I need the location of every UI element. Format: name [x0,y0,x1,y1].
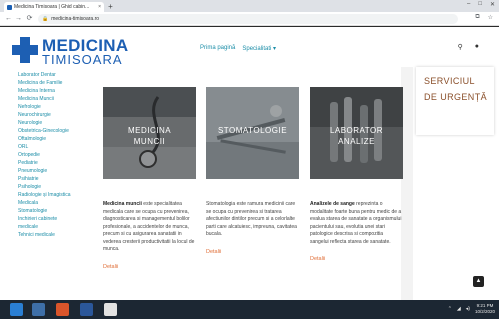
card-image[interactable]: MEDICINA MUNCII [103,87,196,179]
card-description: Stomatologia este ramura medicinii care … [206,201,297,237]
lock-icon: 🔒 [42,16,49,22]
word-icon[interactable] [80,303,93,316]
screen: Medicina Timisoara | Ghid cabin... × + –… [0,0,499,319]
translate-icon[interactable]: ⧉ [475,14,479,21]
system-tray: ⌃ ◢ ◂) 9:21 PM 10/2/2020 [448,303,495,315]
card-label-1: LABORATOR [329,126,384,135]
card-medicina-muncii: MEDICINA MUNCII Medicina muncii este spe… [103,87,196,270]
sidebar-item[interactable]: Medicina de Familie [18,79,88,87]
start-button-icon[interactable] [10,303,23,316]
web-page: MEDICINA TIMISOARA Prima pagină Speciali… [0,27,499,300]
sidebar-item[interactable]: Pneumologie [18,167,88,175]
sidebar-item[interactable]: Stomatologie [18,207,88,215]
card-stomatologie: STOMATOLOGIE Stomatologia este ramura me… [206,87,299,255]
search-icon[interactable]: ⚲ [458,43,463,51]
toolbar-actions: ⧉ ☆ [475,14,493,21]
sidebar-item[interactable]: ORL [18,143,88,151]
urgent-line-1: SERVICIUL [424,76,475,86]
sidebar-item[interactable]: Pediatrie [18,159,88,167]
main-nav: Prima pagină Specialitati ▾ [200,45,276,52]
card-label-2: ANALIZE [338,137,375,146]
sidebar-item[interactable]: Medicina Muncii [18,95,88,103]
sidebar-item[interactable]: Nefrologie [18,103,88,111]
windows-taskbar: ⌃ ◢ ◂) 9:21 PM 10/2/2020 [0,300,499,319]
card-description: Analizele de sange reprezinta o modalita… [310,201,402,245]
medical-cross-icon [12,37,38,63]
specialties-sidebar: Laborator Dentar Medicina de Familie Medic… [18,71,88,239]
minimize-button[interactable]: – [467,1,470,8]
card-label-2: MUNCII [133,137,166,146]
sidebar-item[interactable]: Obstetrica-Ginecologie [18,127,88,135]
browser-tabstrip: Medicina Timisoara | Ghid cabin... × + –… [0,0,499,12]
sidebar-item[interactable]: Laborator Dentar [18,71,88,79]
window-controls: – □ ✕ [467,1,495,8]
details-link[interactable]: Detalii [103,264,196,270]
address-bar[interactable]: 🔒 medicina-timisoara.ro [38,14,458,24]
sidebar-item[interactable]: Neurochirurgie [18,111,88,119]
sidebar-item[interactable]: Inchirieri cabinete [18,215,88,223]
card-image[interactable]: STOMATOLOGIE [206,87,299,179]
sidebar-item[interactable]: Medicala [18,199,88,207]
site-logo[interactable]: MEDICINA TIMISOARA [12,35,132,67]
sidebar-item[interactable]: Psihologie [18,183,88,191]
browser-tab[interactable]: Medicina Timisoara | Ghid cabin... × [4,2,104,12]
maximize-button[interactable]: □ [478,1,482,8]
card-image[interactable]: LABORATOR ANALIZE [310,87,403,179]
back-to-top-button[interactable]: ▲ [473,276,484,287]
close-window-button[interactable]: ✕ [490,1,495,8]
taskbar-app-icon[interactable] [56,303,69,316]
card-laborator-analize: LABORATOR ANALIZE Analizele de sange rep… [310,87,403,262]
logo-line-2: TIMISOARA [42,52,123,67]
new-tab-button[interactable]: + [106,2,115,11]
sidebar-item[interactable]: Ortopedie [18,151,88,159]
taskbar-app-icon[interactable] [32,303,45,316]
sidebar-item[interactable]: Tehnici medicale [18,231,88,239]
favicon-icon [7,4,12,10]
user-icon[interactable]: ● [475,43,479,51]
taskbar-app-icon[interactable] [104,303,117,316]
bookmark-star-icon[interactable]: ☆ [488,14,493,21]
forward-button[interactable]: → [14,14,23,23]
card-description: Medicina muncii este specialitatea medic… [103,201,195,252]
nav-specialties[interactable]: Specialitati ▾ [242,45,276,52]
url-text: medicina-timisoara.ro [51,16,100,22]
sidebar-item[interactable]: Oftalmologie [18,135,88,143]
clock[interactable]: 9:21 PM 10/2/2020 [475,303,495,315]
network-icon[interactable]: ◢ [457,306,461,312]
sidebar-item[interactable]: Radiologie și Imagistica [18,191,88,199]
header-icons: ⚲ ● [458,43,479,51]
emergency-service-box[interactable]: SERVICIUL DE URGENȚĂ [416,67,494,135]
back-button[interactable]: ← [4,14,13,23]
volume-icon[interactable]: ◂) [466,306,470,312]
card-label-1: MEDICINA [127,126,172,135]
tray-arrow-icon[interactable]: ⌃ [448,306,452,312]
tab-close-icon[interactable]: × [98,4,101,10]
sidebar-item[interactable]: Neurologie [18,119,88,127]
browser-toolbar: ← → ⟳ 🔒 medicina-timisoara.ro ⧉ ☆ [0,12,499,26]
card-label-1: STOMATOLOGIE [217,126,288,135]
tab-title: Medicina Timisoara | Ghid cabin... [14,4,90,10]
urgent-line-2: DE URGENȚĂ [424,92,488,102]
sidebar-item[interactable]: Psihiatrie [18,175,88,183]
reload-button[interactable]: ⟳ [25,14,34,23]
details-link[interactable]: Detalii [310,256,403,262]
nav-home[interactable]: Prima pagină [200,45,235,52]
details-link[interactable]: Detalii [206,249,299,255]
sidebar-item[interactable]: Medicina Interna [18,87,88,95]
sidebar-item[interactable]: medicale [18,223,88,231]
